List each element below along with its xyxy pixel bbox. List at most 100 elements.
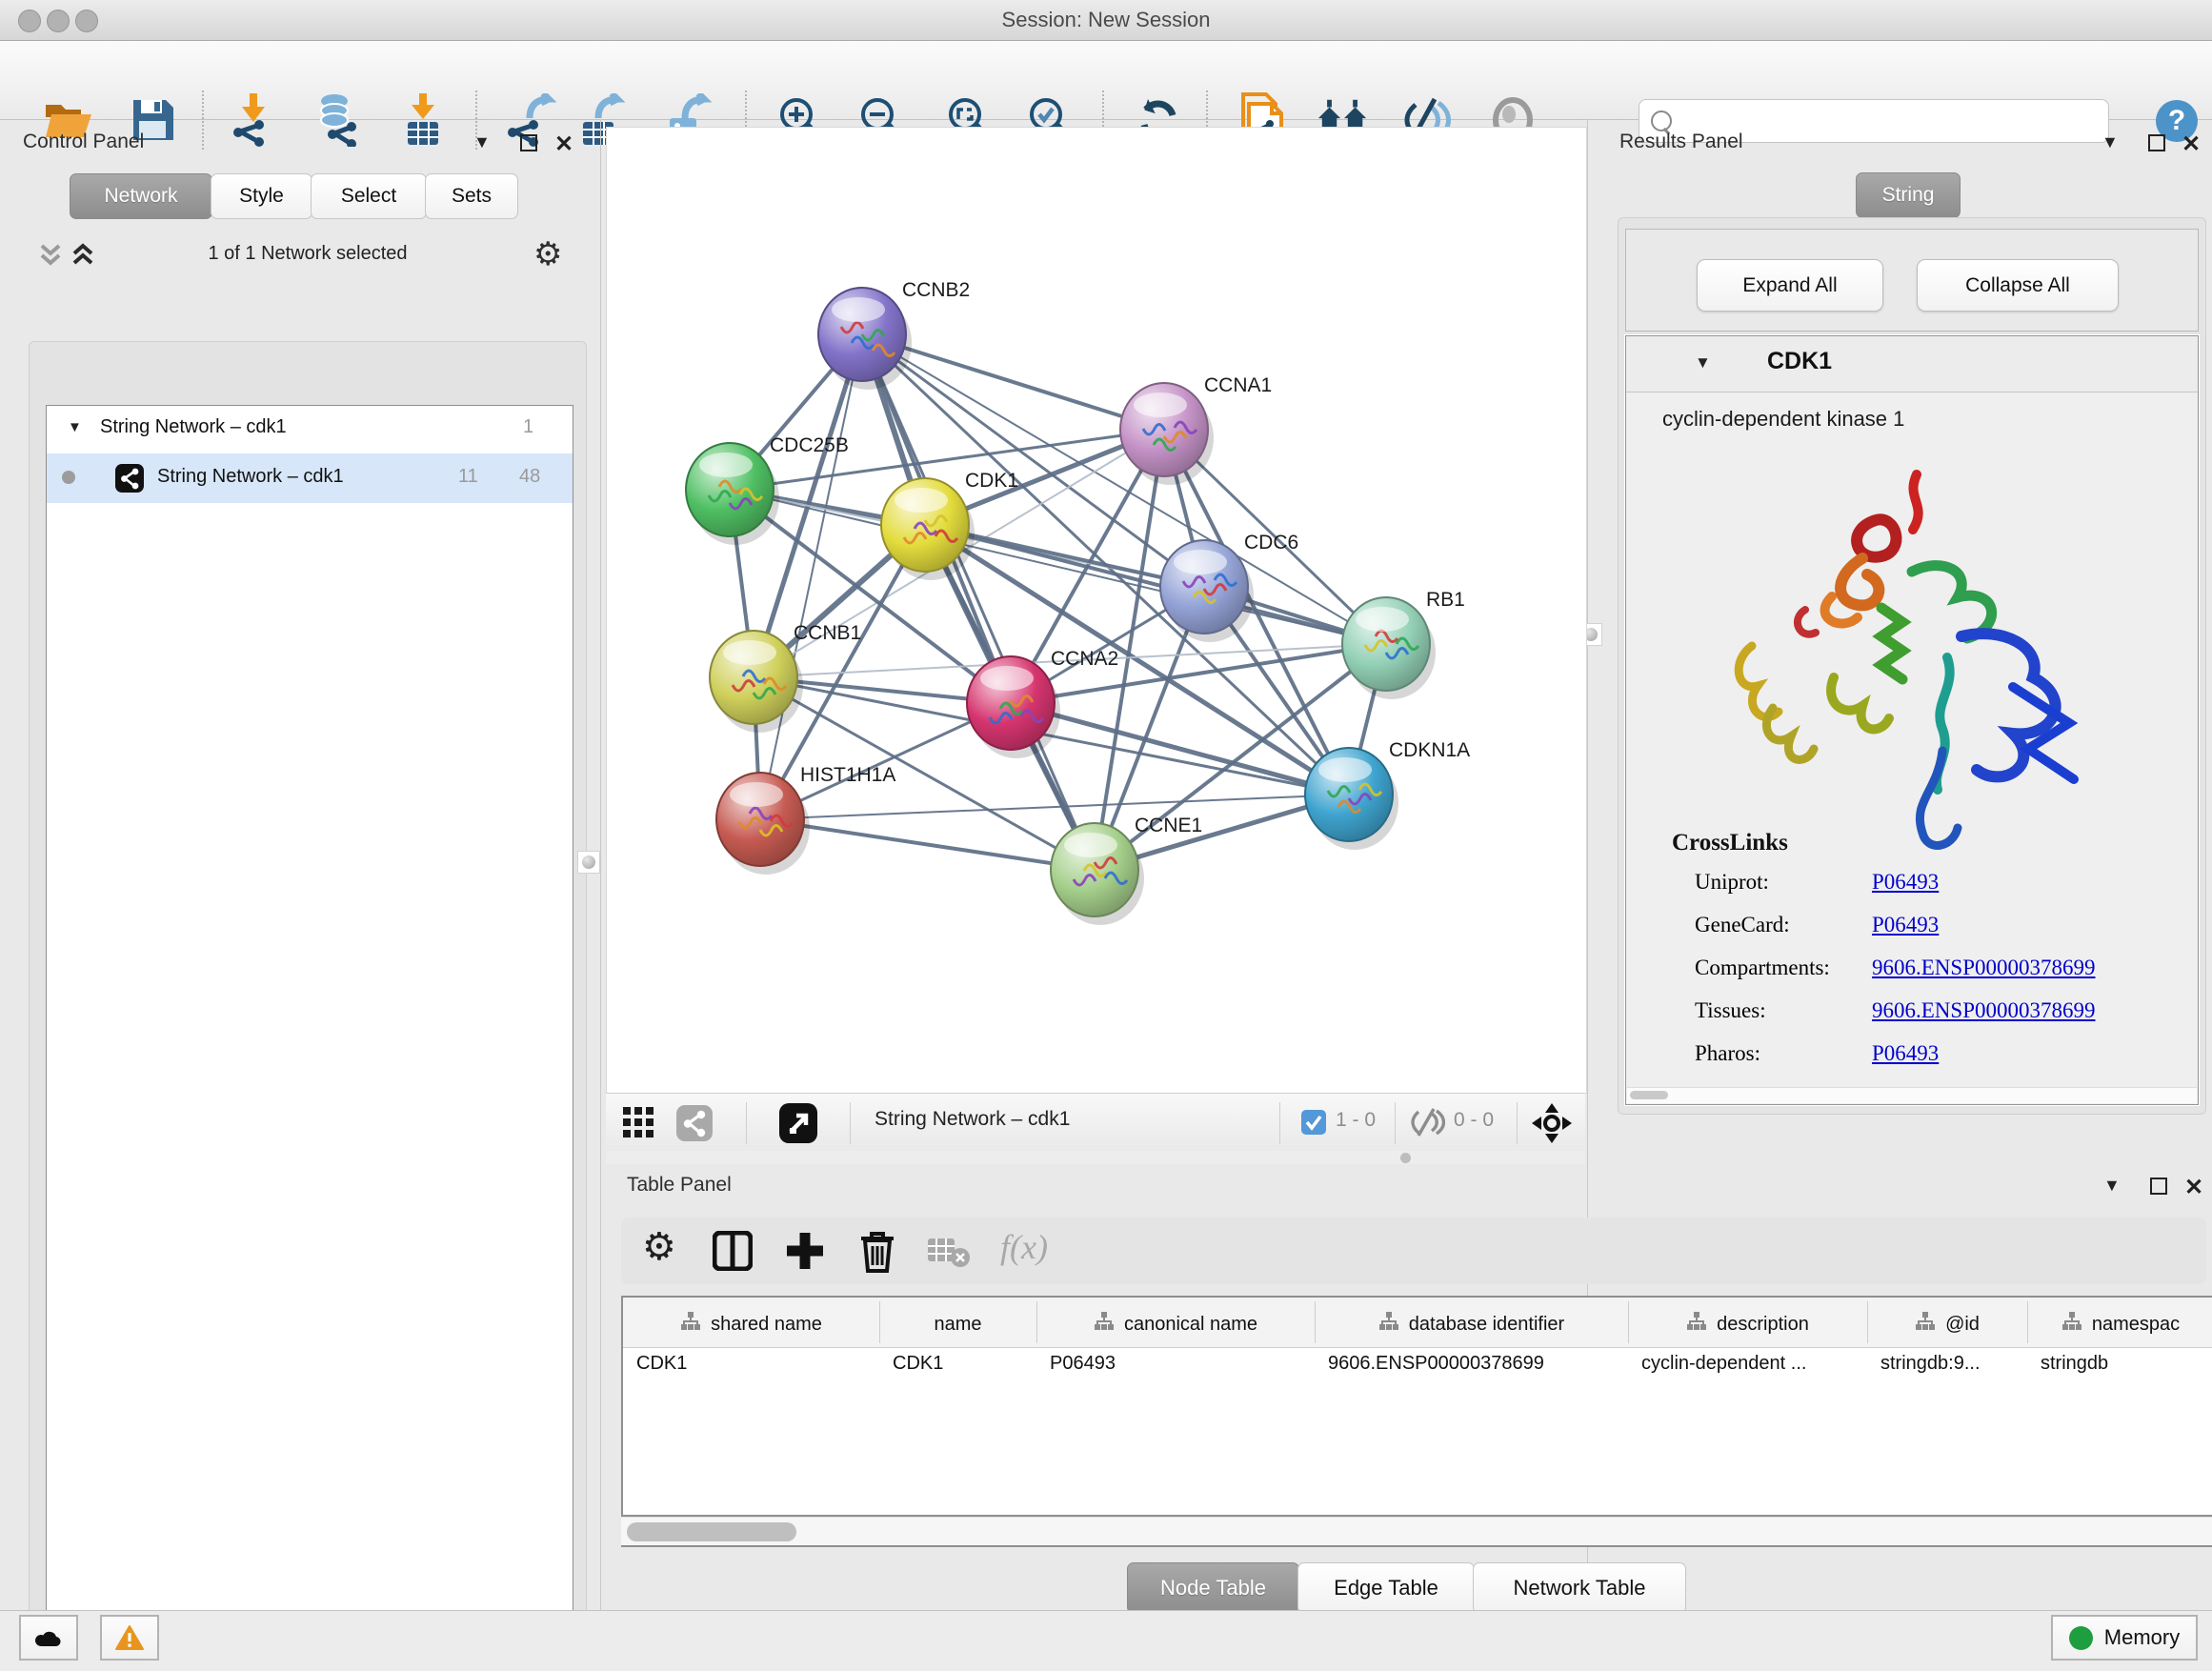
crosslink-uniprot-link[interactable]: P06493 — [1872, 870, 1939, 895]
column-header-canonical-name[interactable]: canonical name — [1036, 1305, 1315, 1343]
column-header-shared-name[interactable]: shared name — [623, 1305, 879, 1343]
collection-expander-icon[interactable]: ▼ — [68, 419, 82, 435]
table-cell[interactable]: 9606.ENSP00000378699 — [1328, 1353, 1544, 1375]
svg-text:CCNA1: CCNA1 — [1204, 374, 1272, 396]
memory-button[interactable]: Memory — [2051, 1615, 2198, 1661]
svg-text:CDKN1A: CDKN1A — [1389, 739, 1470, 761]
network-status-dot-icon — [62, 471, 75, 484]
expand-all-button[interactable]: Expand All — [1697, 259, 1883, 312]
tree-hierarchy-icon — [680, 1311, 701, 1338]
network-collection-row[interactable]: ▼ String Network – cdk1 1 — [47, 406, 573, 453]
left-splitter[interactable] — [600, 119, 601, 1610]
results-hscrollbar[interactable] — [1627, 1087, 2197, 1103]
tab-edge-table[interactable]: Edge Table — [1297, 1562, 1475, 1614]
network-selection-status: 1 of 1 Network selected — [122, 243, 493, 265]
table-toolbar: ⚙ f(x) — [621, 1218, 2206, 1284]
window-title: Session: New Session — [0, 8, 2212, 32]
warning-status-button[interactable] — [100, 1615, 159, 1661]
tab-style[interactable]: Style — [211, 173, 312, 219]
network-label: String Network – cdk1 — [157, 466, 344, 488]
svg-text:HIST1H1A: HIST1H1A — [800, 764, 895, 786]
tab-network-table[interactable]: Network Table — [1473, 1562, 1686, 1614]
column-header-database-identifier[interactable]: database identifier — [1315, 1305, 1628, 1343]
table-hscrollbar-thumb[interactable] — [627, 1522, 796, 1541]
delete-column-icon[interactable] — [857, 1229, 897, 1278]
birds-eye-view-icon[interactable] — [1532, 1103, 1572, 1148]
crosslink-tissues-link[interactable]: 9606.ENSP00000378699 — [1872, 998, 2096, 1023]
expand-all-networks-icon[interactable] — [70, 240, 95, 273]
network-node-count: 11 — [458, 466, 478, 488]
add-column-icon[interactable] — [785, 1231, 825, 1276]
memory-label: Memory — [2104, 1625, 2180, 1650]
delete-table-icon[interactable] — [928, 1237, 970, 1274]
table-hscrollbar[interactable] — [621, 1517, 2212, 1546]
collapse-all-button[interactable]: Collapse All — [1917, 259, 2119, 312]
node-table[interactable]: shared name CDK1 name CDK1 canonical name P06… — [621, 1296, 2212, 1517]
table-cell[interactable]: cyclin-dependent ... — [1641, 1353, 1806, 1375]
svg-text:CCNB2: CCNB2 — [902, 279, 970, 301]
title-bar: Session: New Session — [0, 0, 2212, 41]
table-options-gear-icon[interactable]: ⚙ — [642, 1225, 676, 1269]
show-columns-icon[interactable] — [713, 1231, 753, 1276]
string-network-icon — [115, 464, 144, 497]
svg-text:CCNE1: CCNE1 — [1135, 815, 1202, 836]
left-splitter-handle[interactable] — [577, 851, 600, 874]
svg-text:CDK1: CDK1 — [965, 470, 1018, 492]
network-share-icon[interactable] — [676, 1105, 713, 1146]
tab-sets[interactable]: Sets — [425, 173, 518, 219]
application-window: Session: New Session — [0, 0, 2212, 1671]
horizontal-splitter[interactable] — [606, 1151, 1585, 1164]
gene-header-row[interactable]: ▼ CDK1 — [1626, 336, 2198, 393]
column-header-name[interactable]: name — [879, 1305, 1036, 1343]
svg-text:CCNB1: CCNB1 — [794, 622, 861, 644]
tab-select[interactable]: Select — [311, 173, 427, 219]
function-builder-icon[interactable]: f(x) — [1000, 1227, 1048, 1267]
tab-string-results[interactable]: String — [1856, 172, 1961, 218]
control-panel-close-icon[interactable]: ✕ — [554, 131, 573, 158]
results-panel-close-icon[interactable]: ✕ — [2182, 131, 2201, 158]
open-in-window-icon[interactable] — [779, 1103, 817, 1148]
tree-hierarchy-icon — [1686, 1311, 1707, 1338]
crosslink-genecard-link[interactable]: P06493 — [1872, 913, 1939, 937]
tab-network[interactable]: Network — [70, 173, 212, 219]
column-header--id[interactable]: @id — [1867, 1305, 2027, 1343]
table-cell[interactable]: CDK1 — [636, 1353, 687, 1375]
table-cell[interactable]: P06493 — [1050, 1353, 1116, 1375]
gene-expander-icon[interactable]: ▼ — [1695, 353, 1711, 372]
crosslink-label: GeneCard: — [1695, 913, 1790, 937]
tree-hierarchy-icon — [2061, 1311, 2082, 1338]
control-panel-float-icon[interactable] — [520, 134, 537, 151]
results-panel-float-icon[interactable] — [2148, 134, 2165, 151]
main-toolbar: ? — [0, 41, 2212, 120]
network-list-options-gear-icon[interactable]: ⚙ — [533, 235, 562, 273]
network-canvas[interactable]: CCNB2CCNA1CDC25BCDK1CDC6RB1CCNB1CCNA2CDK… — [606, 127, 1587, 1094]
string-network-graph[interactable]: CCNB2CCNA1CDC25BCDK1CDC6RB1CCNB1CCNA2CDK… — [607, 128, 1586, 1093]
crosslink-pharos-link[interactable]: P06493 — [1872, 1041, 1939, 1066]
table-panel-float-icon[interactable] — [2150, 1178, 2167, 1195]
collapse-all-networks-icon[interactable] — [38, 240, 63, 273]
grid-view-icon[interactable] — [623, 1107, 655, 1144]
column-header-description[interactable]: description — [1628, 1305, 1867, 1343]
cloud-status-button[interactable] — [19, 1615, 78, 1661]
selected-node-edge-counts: 1 - 0 — [1336, 1109, 1376, 1132]
table-panel-close-icon[interactable]: ✕ — [2184, 1174, 2203, 1201]
column-header-namespac[interactable]: namespac — [2027, 1305, 2212, 1343]
crosslink-label: Compartments: — [1695, 956, 1830, 980]
network-row[interactable]: String Network – cdk1 11 48 — [47, 453, 573, 503]
network-list: ▼ String Network – cdk1 1 String Network… — [46, 405, 573, 1671]
tree-hierarchy-icon — [1094, 1311, 1115, 1338]
crosslink-compartments-link[interactable]: 9606.ENSP00000378699 — [1872, 956, 2096, 980]
control-panel-collapse-icon[interactable]: ▼ — [473, 132, 491, 152]
hidden-node-edge-counts: 0 - 0 — [1454, 1109, 1494, 1132]
tab-node-table[interactable]: Node Table — [1127, 1562, 1299, 1614]
hidden-eye-icon[interactable] — [1411, 1108, 1445, 1141]
table-cell[interactable]: stringdb:9... — [1880, 1353, 1981, 1375]
table-panel-collapse-icon[interactable]: ▼ — [2103, 1176, 2121, 1196]
table-cell[interactable]: CDK1 — [893, 1353, 943, 1375]
table-cell[interactable]: stringdb — [2041, 1353, 2108, 1375]
memory-status-dot-icon — [2069, 1626, 2093, 1650]
splitter-grip-icon — [1400, 1153, 1411, 1163]
results-panel-collapse-icon[interactable]: ▼ — [2101, 132, 2119, 152]
results-content-box: ▼ CDK1 cyclin-dependent kinase 1 — [1625, 335, 2199, 1105]
selected-checkbox-icon[interactable] — [1301, 1110, 1326, 1139]
